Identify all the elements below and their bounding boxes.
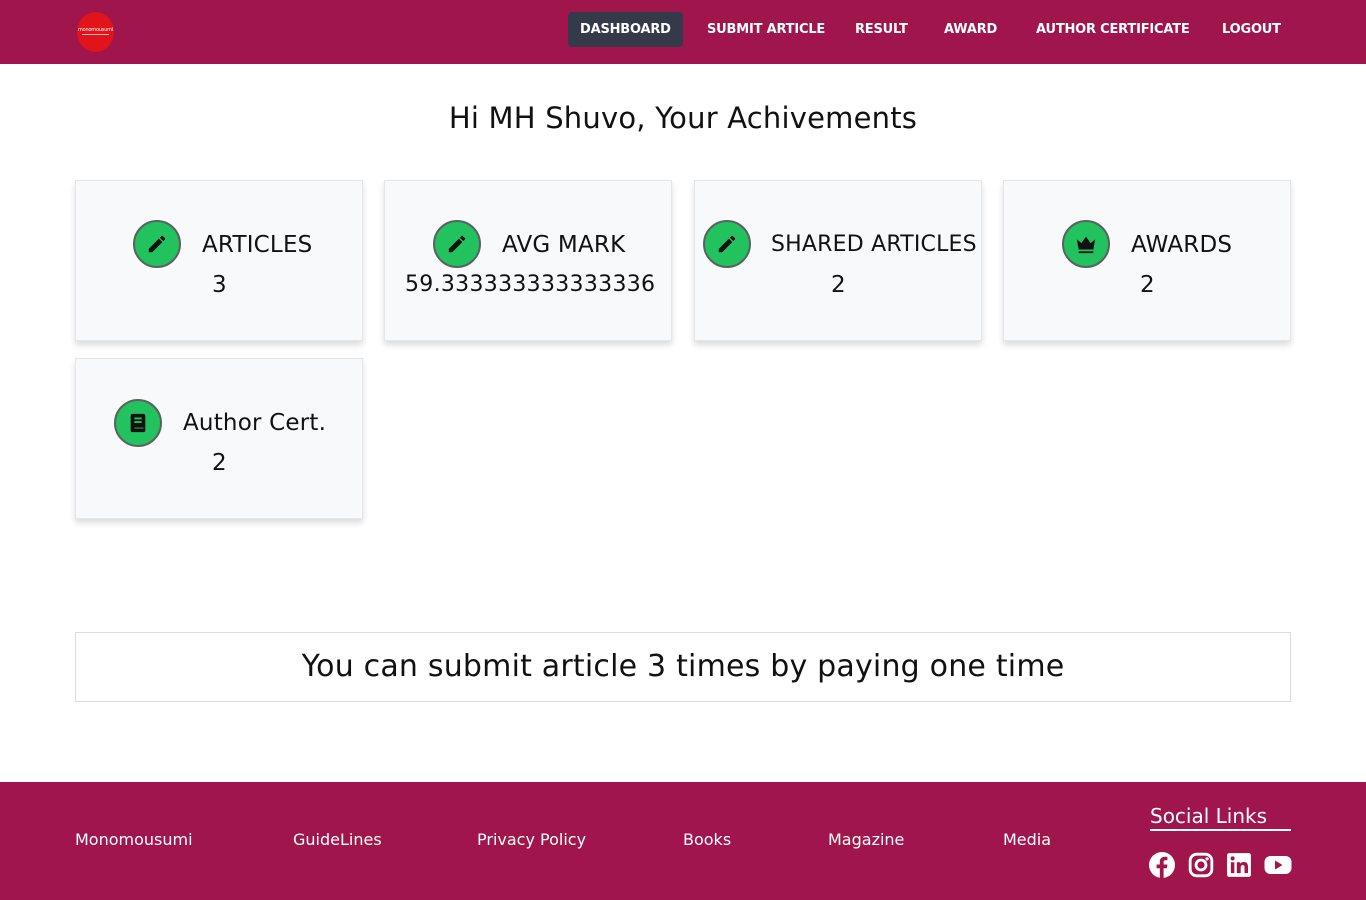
top-navbar: monomousumi DASHBOARD SUBMIT ARTICLE RES… xyxy=(0,0,1366,64)
facebook-icon[interactable] xyxy=(1149,852,1175,878)
card-value: 2 xyxy=(1140,272,1155,298)
footer-link-media[interactable]: Media xyxy=(1003,830,1051,849)
logo-underline xyxy=(82,34,109,35)
social-links-divider xyxy=(1150,829,1291,831)
nav-logout[interactable]: LOGOUT xyxy=(1222,12,1281,47)
card-label: Author Cert. xyxy=(183,410,327,436)
submission-info-box: You can submit article 3 times by paying… xyxy=(75,632,1291,702)
card-label: ARTICLES xyxy=(202,232,313,258)
nav-award[interactable]: AWARD xyxy=(944,12,997,47)
nav-dashboard[interactable]: DASHBOARD xyxy=(568,12,683,47)
card-value: 2 xyxy=(831,272,846,298)
stat-card-awards: AWARDS 2 xyxy=(1003,180,1291,341)
footer-link-monomousumi[interactable]: Monomousumi xyxy=(75,830,193,849)
pencil-icon xyxy=(133,220,181,268)
footer-link-magazine[interactable]: Magazine xyxy=(828,830,904,849)
stat-card-articles: ARTICLES 3 xyxy=(75,180,363,341)
social-links-heading: Social Links xyxy=(1150,804,1268,828)
nav-submit-article[interactable]: SUBMIT ARTICLE xyxy=(707,12,825,47)
instagram-icon[interactable] xyxy=(1188,852,1214,878)
book-icon xyxy=(114,399,162,447)
submission-info-text: You can submit article 3 times by paying… xyxy=(301,649,1065,684)
card-label: SHARED ARTICLES xyxy=(771,232,977,257)
footer-link-guidelines[interactable]: GuideLines xyxy=(293,830,382,849)
card-label: AVG MARK xyxy=(502,232,626,258)
card-value: 3 xyxy=(212,272,227,298)
crown-icon xyxy=(1062,220,1110,268)
footer: Monomousumi GuideLines Privacy Policy Bo… xyxy=(0,782,1366,900)
logo-text: monomousumi xyxy=(77,27,114,33)
stat-card-shared-articles: SHARED ARTICLES 2 xyxy=(694,180,982,341)
linkedin-icon[interactable] xyxy=(1226,852,1252,878)
card-value: 59.333333333333336 xyxy=(405,272,656,297)
footer-link-privacy-policy[interactable]: Privacy Policy xyxy=(477,830,586,849)
nav-author-certificate[interactable]: AUTHOR CERTIFICATE xyxy=(1036,12,1190,47)
pencil-icon xyxy=(703,220,751,268)
youtube-icon[interactable] xyxy=(1264,852,1292,878)
card-label: AWARDS xyxy=(1131,232,1233,258)
stat-card-avg-mark: AVG MARK 59.333333333333336 xyxy=(384,180,672,341)
page-title: Hi MH Shuvo, Your Achivements xyxy=(448,101,918,135)
footer-link-books[interactable]: Books xyxy=(683,830,731,849)
site-logo[interactable]: monomousumi xyxy=(77,12,114,52)
nav-result[interactable]: RESULT xyxy=(855,12,908,47)
pencil-icon xyxy=(433,220,481,268)
card-value: 2 xyxy=(212,450,227,476)
stat-card-author-cert: Author Cert. 2 xyxy=(75,358,363,519)
